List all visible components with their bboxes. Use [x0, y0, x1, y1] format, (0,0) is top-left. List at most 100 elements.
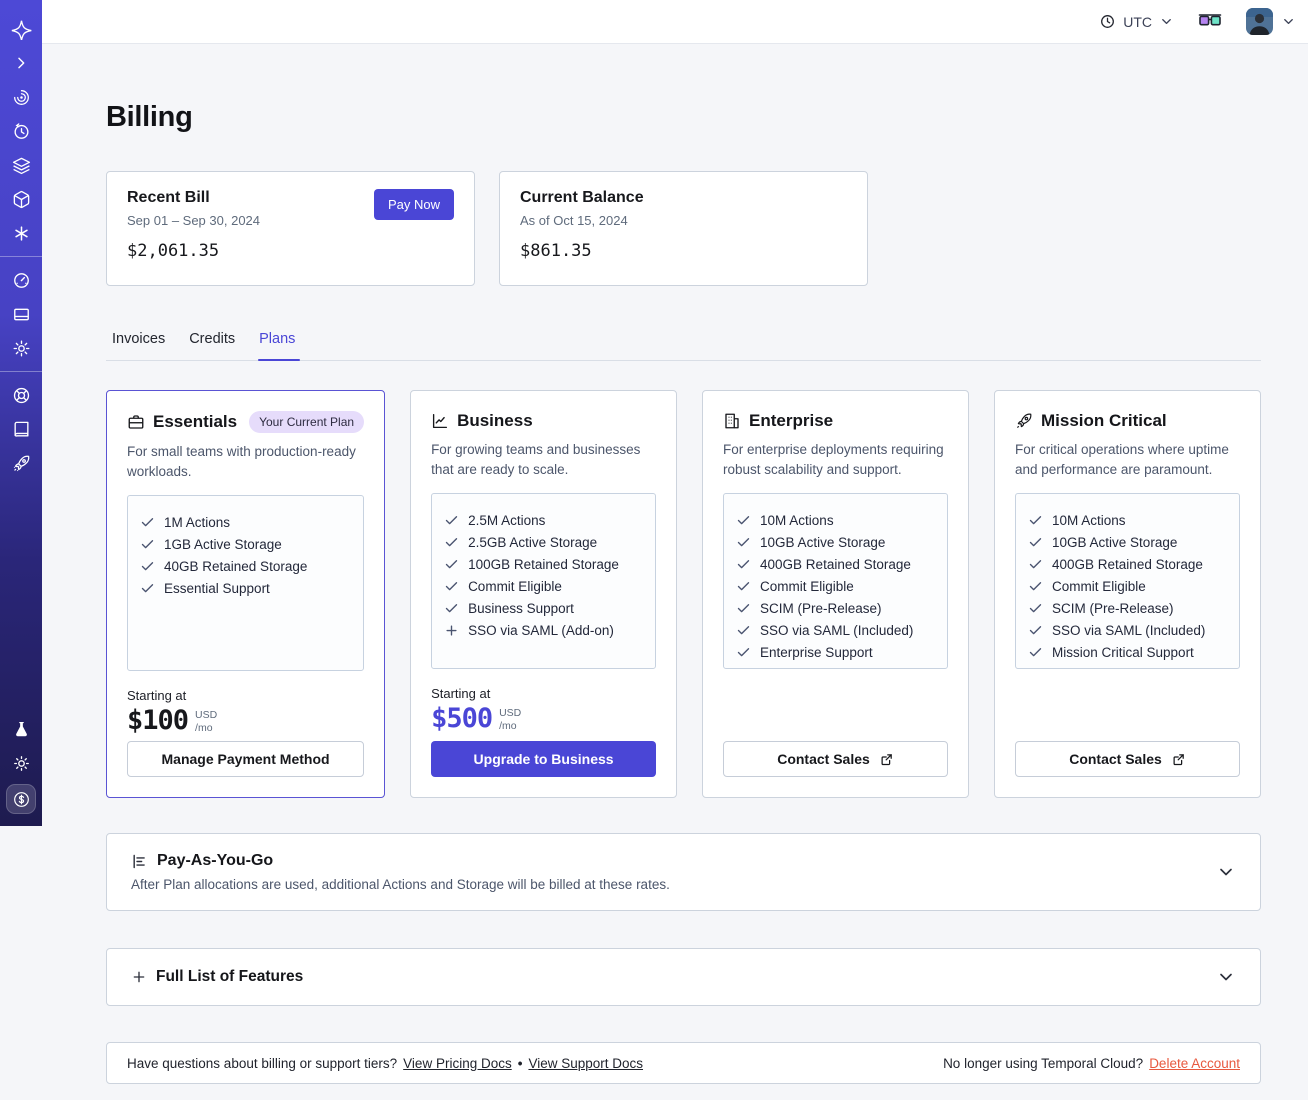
recent-bill-card: Recent Bill Sep 01 – Sep 30, 2024 $2,061…: [106, 171, 475, 286]
feature-item: SCIM (Pre-Release): [1028, 597, 1227, 619]
layers-icon[interactable]: [0, 148, 42, 182]
plan-card-mission-critical: Mission Critical For critical operations…: [994, 390, 1261, 798]
plan-name: Essentials: [153, 412, 238, 431]
namespaces-spiral-icon[interactable]: [0, 80, 42, 114]
feature-item: 400GB Retained Storage: [1028, 553, 1227, 575]
check-icon: [1029, 515, 1042, 524]
check-icon: [1029, 603, 1042, 612]
external-link-icon: [881, 753, 892, 765]
tab-plans[interactable]: Plans: [258, 325, 301, 361]
cube-icon[interactable]: [0, 182, 42, 216]
plan-description: For critical operations where uptime and…: [1015, 442, 1229, 477]
plan-name: Enterprise: [749, 411, 834, 430]
manage-payment-button[interactable]: Manage Payment Method: [127, 741, 365, 777]
expand-chevron-right-icon[interactable]: [0, 46, 42, 80]
feature-item: 2.5M Actions: [444, 509, 643, 531]
full-features-accordion[interactable]: Full List of Features: [106, 948, 1261, 1006]
view-pricing-docs-link[interactable]: View Pricing Docs: [403, 1056, 512, 1071]
starting-at-label: Starting at: [431, 686, 491, 702]
plus-icon: [133, 971, 145, 983]
settings-gear-icon[interactable]: [0, 331, 42, 365]
plans-grid: Essentials Your Current Plan For small t…: [106, 390, 1261, 798]
support-lifebuoy-icon[interactable]: [0, 378, 42, 412]
plan-price-block: Starting at $500 USD/mo: [431, 686, 656, 734]
plan-per: /mo: [499, 720, 517, 733]
current-balance-asof: As of Oct 15, 2024: [520, 213, 628, 228]
feature-item: SCIM (Pre-Release): [736, 597, 935, 619]
feature-item: 400GB Retained Storage: [736, 553, 935, 575]
plan-feature-box: 1M Actions 1GB Active Storage 40GB Retai…: [127, 495, 365, 672]
rocket-icon: [1016, 413, 1032, 429]
full-features-title: Full List of Features: [156, 968, 304, 985]
sidebar-divider: [0, 371, 42, 372]
view-support-docs-link[interactable]: View Support Docs: [528, 1056, 643, 1071]
check-icon: [1029, 559, 1042, 568]
feature-item: Commit Eligible: [444, 575, 643, 597]
usage-gauge-icon[interactable]: [0, 263, 42, 297]
chevron-down-icon[interactable]: [1216, 967, 1236, 987]
plan-name: Business: [457, 411, 533, 430]
plan-currency: USD: [195, 709, 218, 722]
feature-item: 2.5GB Active Storage: [444, 531, 643, 553]
contact-sales-button[interactable]: Contact Sales: [723, 741, 949, 777]
current-plan-badge: Your Current Plan: [249, 411, 365, 433]
payg-accordion[interactable]: Pay-As-You-Go After Plan allocations are…: [106, 833, 1261, 911]
billing-dollar-icon-active[interactable]: [6, 784, 36, 814]
schedules-clock-icon[interactable]: [0, 114, 42, 148]
current-balance-amount: $861.35: [520, 241, 592, 261]
check-icon: [737, 581, 750, 590]
tab-invoices[interactable]: Invoices: [112, 325, 165, 360]
pay-now-button[interactable]: Pay Now: [373, 189, 454, 220]
check-icon: [737, 559, 750, 568]
plan-feature-box: 10M Actions 10GB Active Storage 400GB Re…: [723, 493, 949, 670]
check-icon: [141, 561, 154, 570]
plan-price: $100: [127, 705, 189, 737]
plan-feature-box: 2.5M Actions 2.5GB Active Storage 100GB …: [431, 493, 657, 670]
billing-card-icon[interactable]: [0, 297, 42, 331]
plan-name: Mission Critical: [1041, 411, 1167, 430]
check-icon: [445, 559, 458, 568]
page-title: Billing: [106, 101, 193, 133]
clock-icon: [1101, 15, 1115, 28]
sidebar-bottom-group: [0, 712, 42, 826]
footer-separator: •: [517, 1055, 523, 1071]
toolbox-icon: [128, 415, 144, 429]
delete-account-link[interactable]: Delete Account: [1149, 1056, 1240, 1071]
check-icon: [1029, 647, 1042, 656]
check-icon: [141, 517, 154, 526]
feature-item: Enterprise Support: [736, 641, 935, 663]
asterisk-icon[interactable]: [0, 216, 42, 250]
chevron-down-icon[interactable]: [1216, 862, 1236, 882]
3d-glasses-icon[interactable]: [1198, 13, 1222, 30]
labs-flask-icon[interactable]: [0, 712, 42, 746]
contact-sales-button[interactable]: Contact Sales: [1015, 741, 1240, 777]
plan-description: For small teams with production-ready wo…: [127, 444, 356, 479]
bar-chart-icon: [133, 854, 145, 868]
feature-item: Mission Critical Support: [1028, 641, 1227, 663]
getting-started-rocket-icon[interactable]: [0, 446, 42, 480]
docs-book-icon[interactable]: [0, 412, 42, 446]
feature-item: 1M Actions: [140, 511, 351, 533]
chevron-down-icon: [1284, 19, 1293, 24]
user-menu[interactable]: [1246, 8, 1296, 35]
theme-sun-icon[interactable]: [0, 746, 42, 780]
upgrade-to-business-button[interactable]: Upgrade to Business: [431, 741, 657, 777]
check-icon: [737, 515, 750, 524]
current-balance-title: Current Balance: [520, 189, 644, 206]
check-icon: [1029, 581, 1042, 590]
check-icon: [141, 539, 154, 548]
plan-description: For growing teams and businesses that ar…: [431, 442, 641, 477]
tab-credits[interactable]: Credits: [189, 325, 235, 360]
footer-question: Have questions about billing or support …: [127, 1055, 398, 1071]
temporal-logo[interactable]: [0, 12, 42, 46]
check-icon: [737, 537, 750, 546]
chevron-down-icon: [1162, 19, 1171, 24]
feature-item: SSO via SAML (Included): [1028, 619, 1227, 641]
timezone-selector[interactable]: UTC: [1099, 13, 1174, 30]
check-icon: [1029, 537, 1042, 546]
feature-item: Business Support: [444, 597, 643, 619]
topbar: UTC: [42, 0, 1308, 44]
payg-description: After Plan allocations are used, additio…: [131, 877, 670, 892]
summary-row: Recent Bill Sep 01 – Sep 30, 2024 $2,061…: [106, 171, 1261, 286]
delete-question: No longer using Temporal Cloud?: [943, 1055, 1144, 1071]
